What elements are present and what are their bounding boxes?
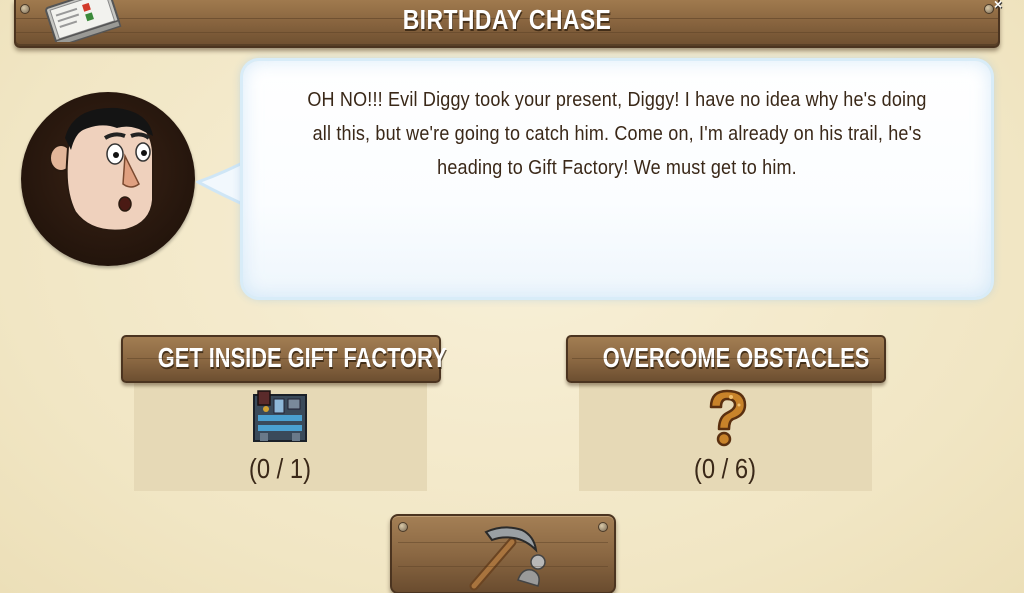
nail-icon [598, 522, 608, 532]
nail-icon [398, 522, 408, 532]
task-progress: (0 / 6) [693, 453, 757, 484]
task-card: OVERCOME OBSTACLES (0 / 6) [566, 335, 886, 495]
title-banner: BIRTHDAY CHASE [14, 0, 1000, 48]
task-title-banner: GET INSIDE GIFT FACTORY [121, 335, 447, 383]
task-card: GET INSIDE GIFT FACTORY (0 / 1) [121, 335, 447, 495]
dig-button[interactable] [390, 514, 616, 593]
question-mark-icon [709, 389, 747, 447]
task-title: GET INSIDE GIFT FACTORY [157, 342, 447, 373]
dialog-title: BIRTHDAY CHASE [402, 4, 612, 35]
task-title: OVERCOME OBSTACLES [602, 342, 870, 373]
speech-text: OH NO!!! Evil Diggy took your present, D… [307, 89, 927, 179]
pickaxe-icon [469, 526, 546, 591]
quest-book-icon [45, 0, 122, 42]
task-progress: (0 / 1) [248, 453, 312, 484]
quest-dialog: BIRTHDAY CHASE × OH NO!!! Evil Diggy too… [0, 0, 1024, 593]
diggy-portrait-icon [21, 92, 195, 266]
nail-icon [20, 4, 30, 14]
nail-icon [984, 4, 994, 14]
close-icon[interactable]: × [994, 0, 1002, 12]
task-title-banner: OVERCOME OBSTACLES [566, 335, 886, 383]
gift-factory-icon [253, 390, 307, 442]
speech-bubble: OH NO!!! Evil Diggy took your present, D… [243, 61, 991, 297]
